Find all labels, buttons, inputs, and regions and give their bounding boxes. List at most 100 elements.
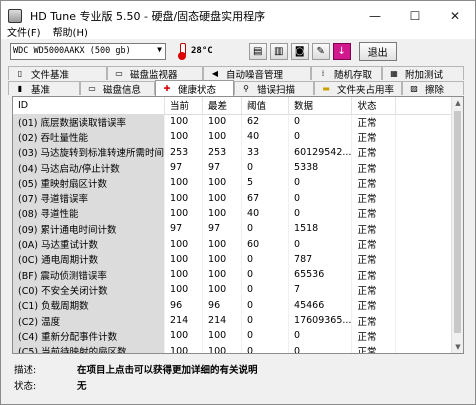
table-row[interactable]: (C4) 重新分配事件计数 100 100 0 0 正常: [13, 328, 453, 344]
attribute-current: 214: [164, 312, 204, 329]
save-screenshot-icon[interactable]: ◙: [290, 42, 309, 60]
table-row[interactable]: (09) 累计通电时间计数 97 97 0 1518 正常: [13, 221, 453, 237]
attribute-data: 5338: [288, 159, 353, 176]
tab-row-bottom: ▮ 基准 ▭ 磁盘信息 ✚ 健康状态 ⚲ 错误扫描 ▬ 文件夹占用率 ▨ 擦除: [8, 80, 464, 96]
tab-error-scan[interactable]: ⚲ 错误扫描: [234, 81, 314, 96]
attribute-worst: 253: [202, 144, 243, 160]
scrollbar-thumb[interactable]: [454, 111, 461, 333]
attribute-status: 正常: [351, 266, 397, 283]
table-row[interactable]: (03) 马达旋转到标准转速所需时间 253 253 33 60129542... 正常: [13, 144, 453, 160]
table-row[interactable]: (02) 吞吐量性能 100 100 40 0 正常: [13, 129, 453, 145]
attribute-threshold: 0: [241, 221, 290, 237]
column-header-data[interactable]: 数据: [288, 97, 353, 115]
copy-screen-icon[interactable]: ▥: [269, 42, 288, 60]
attribute-threshold: 40: [241, 129, 290, 145]
tab-disk-info[interactable]: ▭ 磁盘信息: [80, 81, 155, 96]
tab-health[interactable]: ✚ 健康状态: [155, 80, 234, 96]
tab-erase[interactable]: ▨ 擦除: [402, 81, 464, 96]
tab-label: 磁盘信息: [103, 84, 142, 96]
tab-random-access[interactable]: ⁞ 随机存取: [311, 66, 382, 81]
column-header-id[interactable]: ID: [13, 97, 166, 115]
attribute-threshold: 33: [241, 144, 290, 160]
disk-info-icon: ▭: [88, 84, 96, 93]
tab-label: 自动噪音管理: [226, 69, 284, 81]
attribute-current: 100: [164, 114, 204, 130]
column-header-current[interactable]: 当前: [164, 97, 204, 115]
tab-extra-tests[interactable]: ▦ 附加测试: [382, 66, 464, 81]
chevron-down-icon: ▼: [157, 44, 162, 54]
tab-folder-usage[interactable]: ▬ 文件夹占用率: [314, 81, 402, 96]
tab-benchmark[interactable]: ▮ 基准: [8, 81, 80, 96]
vertical-scrollbar[interactable]: ▲ ▼: [451, 97, 463, 353]
scroll-down-icon[interactable]: ▼: [452, 341, 463, 353]
tab-file-benchmark[interactable]: ▯ 文件基准: [8, 66, 107, 81]
scroll-up-icon[interactable]: ▲: [452, 97, 463, 109]
table-header: ID 当前 最差 阈值 数据 状态: [13, 97, 453, 115]
attribute-data: 0: [288, 205, 353, 222]
attribute-data: 787: [288, 251, 353, 267]
attribute-threshold: 5: [241, 175, 290, 191]
table-row[interactable]: (04) 马达启动/停止计数 97 97 0 5338 正常: [13, 159, 453, 176]
table-row[interactable]: (C2) 温度 214 214 0 17609365... 正常: [13, 312, 453, 329]
attribute-current: 100: [164, 175, 204, 191]
hdtune-window: HD Tune 专业版 5.50 - 硬盘/固态硬盘实用程序 — ☐ ✕ 文件(…: [0, 0, 476, 405]
table-row[interactable]: (BF) 震动侦测错误率 100 100 0 65536 正常: [13, 266, 453, 283]
attribute-current: 253: [164, 144, 204, 160]
extra-tests-icon: ▦: [390, 69, 398, 78]
copy-info-icon[interactable]: ▤: [248, 42, 267, 60]
tab-label: 擦除: [425, 84, 445, 96]
drive-select-value: WDC WD5000AAKX (500 gb): [13, 46, 131, 56]
table-row[interactable]: (0C) 通电周期计数 100 100 0 787 正常: [13, 251, 453, 267]
attribute-data: 45466: [288, 297, 353, 313]
attribute-worst: 100: [202, 114, 243, 130]
attribute-current: 97: [164, 221, 204, 237]
column-header-filler: [395, 97, 453, 115]
table-row[interactable]: (C0) 不安全关闭计数 100 100 0 7 正常: [13, 282, 453, 298]
attribute-id: (04) 马达启动/停止计数: [13, 159, 166, 176]
tab-disk-monitor[interactable]: ▭ 磁盘监视器: [107, 66, 203, 81]
thermometer-icon: [178, 43, 186, 60]
attribute-worst: 214: [202, 312, 243, 329]
download-icon[interactable]: ↓: [332, 42, 351, 60]
row-filler: [395, 251, 453, 267]
attribute-status: 正常: [351, 328, 397, 344]
tab-label: 健康状态: [178, 84, 217, 96]
attribute-data: 0: [288, 328, 353, 344]
column-header-status[interactable]: 状态: [351, 97, 397, 115]
column-header-threshold[interactable]: 阈值: [241, 97, 290, 115]
attribute-status: 正常: [351, 312, 397, 329]
table-row[interactable]: (C1) 负载周期数 96 96 0 45466 正常: [13, 297, 453, 313]
row-filler: [395, 175, 453, 191]
attribute-data: 0: [288, 236, 353, 252]
attribute-threshold: 0: [241, 328, 290, 344]
smart-attributes-table[interactable]: ID 当前 最差 阈值 数据 状态 (01) 底层数据读取错误率 100 100 62…: [12, 96, 464, 354]
menu-file[interactable]: 文件(F): [1, 24, 47, 39]
table-body: (01) 底层数据读取错误率 100 100 62 0 正常 (02) 吞吐量性能 100 10…: [13, 114, 453, 353]
folder-icon: ▬: [322, 84, 330, 93]
attribute-worst: 100: [202, 205, 243, 222]
table-row[interactable]: (07) 寻道错误率 100 100 67 0 正常: [13, 190, 453, 206]
drive-select[interactable]: WDC WD5000AAKX (500 gb) ▼: [10, 42, 166, 60]
attribute-id: (02) 吞吐量性能: [13, 129, 166, 145]
table-row[interactable]: (08) 寻道性能 100 100 40 0 正常: [13, 205, 453, 222]
tab-aam[interactable]: ◀ 自动噪音管理: [203, 66, 311, 81]
erase-icon: ▨: [410, 84, 418, 93]
attribute-status: 正常: [351, 159, 397, 176]
table-row[interactable]: (C5) 当前待映射的扇区数 100 100 0 0 正常: [13, 343, 453, 353]
attribute-current: 96: [164, 297, 204, 313]
monitor-icon: ▭: [115, 69, 123, 78]
attribute-data: 0: [288, 114, 353, 130]
attribute-threshold: 40: [241, 205, 290, 222]
attribute-worst: 97: [202, 221, 243, 237]
attribute-current: 97: [164, 159, 204, 176]
attribute-worst: 100: [202, 129, 243, 145]
attribute-threshold: 60: [241, 236, 290, 252]
column-header-worst[interactable]: 最差: [202, 97, 243, 115]
table-row[interactable]: (0A) 马达重试计数 100 100 60 0 正常: [13, 236, 453, 252]
exit-button[interactable]: 退出: [358, 41, 397, 61]
options-icon[interactable]: ✎: [311, 42, 330, 60]
menu-help[interactable]: 帮助(H): [47, 24, 94, 39]
row-filler: [395, 297, 453, 313]
table-row[interactable]: (05) 重映射扇区计数 100 100 5 0 正常: [13, 175, 453, 191]
table-row[interactable]: (01) 底层数据读取错误率 100 100 62 0 正常: [13, 114, 453, 130]
